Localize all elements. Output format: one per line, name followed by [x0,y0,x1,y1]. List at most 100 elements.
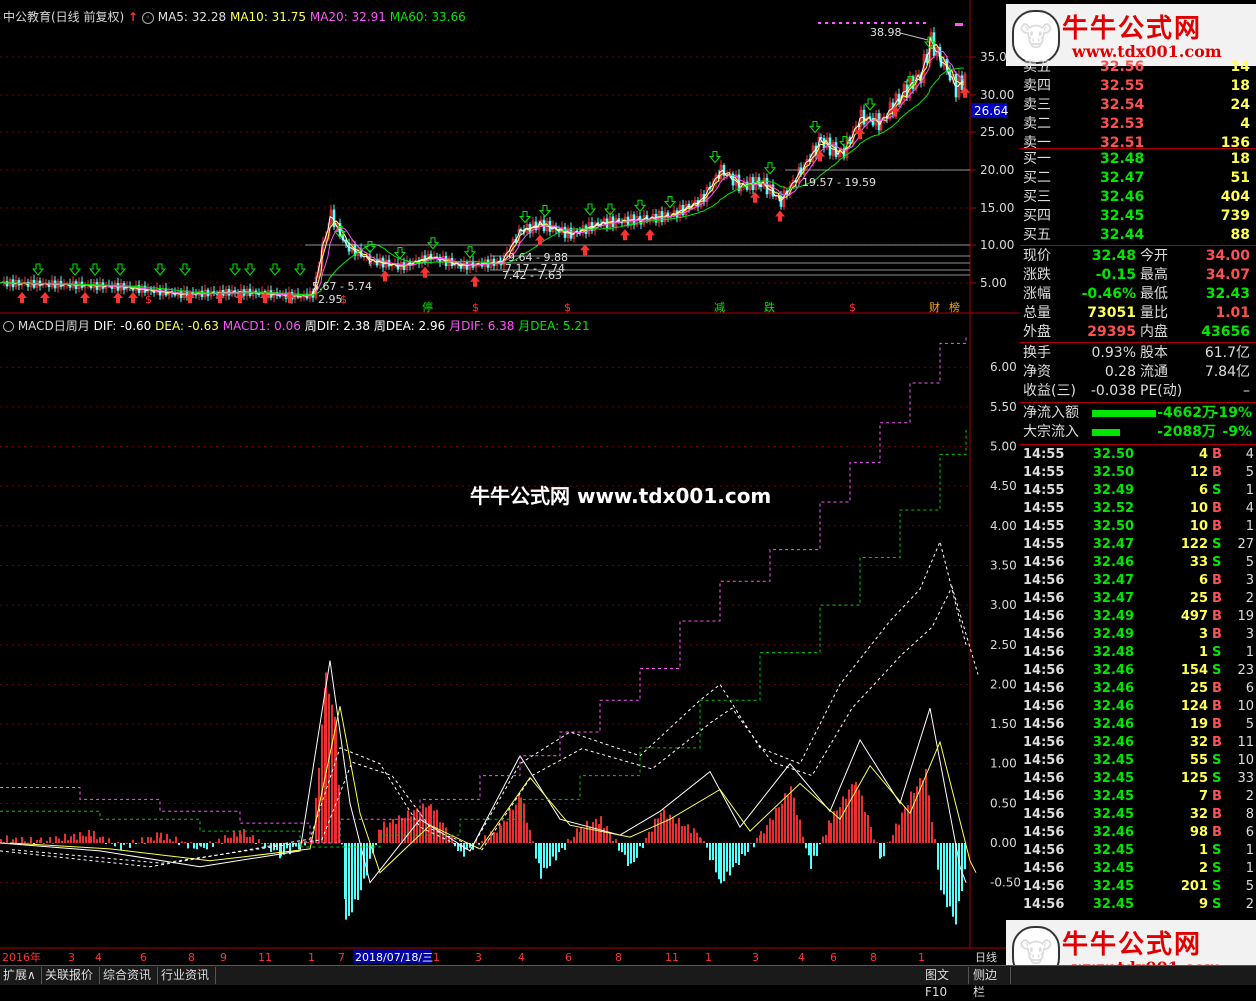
macd-histogram-bar [858,789,860,843]
ma20-label: MA20: 32.91 [309,10,386,24]
week-dea-label: 周DEA: 2.96 [373,319,446,333]
macd-histogram-bar [645,837,647,843]
macd-histogram-bar [876,842,878,843]
macd-histogram-bar [861,795,863,843]
macd-histogram-bar [503,820,505,843]
macd-histogram-bar [723,843,725,882]
macd-histogram-bar [203,843,205,848]
macd-histogram-bar [129,843,131,848]
watermark: 牛牛公式网 www.tdx001.com [470,484,772,508]
macd-histogram-bar [529,829,531,843]
macd-histogram-bar [864,812,866,843]
macd-histogram-bar [567,838,569,843]
top-marker [955,23,963,26]
trade-tick-row: 14:56 32.46 33 S 5 [1023,555,1254,570]
bottom-right-tab[interactable]: 侧边栏 [970,967,1011,999]
bottom-right-tab[interactable]: 图文F10 [922,967,969,999]
logo-title: 牛牛公式网 [1062,930,1203,960]
event-marker: $ [340,293,347,306]
gear-icon[interactable]: ◦ [141,11,154,24]
macd-histogram-bar [712,843,714,860]
trade-tick-row: 14:56 32.45 125 S 33 [1023,771,1254,786]
dif-label: DIF: -0.60 [93,319,152,333]
macd-histogram-bar [726,843,728,872]
event-marker: $ [472,301,479,314]
stock-title[interactable]: 中公教育(日线 前复权) [3,10,124,24]
ask-volume: 24 [1230,97,1250,113]
time-axis-label: 4 [95,951,102,964]
macd-histogram-bar [67,840,69,843]
macd-histogram-bar [642,843,644,849]
macd-axis-label: 2.00 [990,677,1017,691]
macd-histogram-bar [946,843,948,908]
ask-row: 卖二 32.53 4 [1020,115,1254,134]
sell-arrow-icon [243,263,257,276]
flow-row: 净流入额 -4662万 -19% [1023,405,1252,421]
month-dif-label: 月DIF: 6.38 [449,319,515,333]
range-annotation: 19.57 - 19.59 [802,176,876,189]
macd-histogram-bar [93,830,95,843]
bottom-tab[interactable]: 综合资讯 [100,967,158,984]
macd-histogram-bar [27,842,29,844]
sell-arrow-icon [31,263,45,276]
macd-histogram-bar [720,843,722,884]
sell-arrow-icon [293,263,307,276]
macd-histogram-bar [738,843,740,865]
macd-histogram-bar [580,827,582,843]
macd-histogram-bar [193,843,195,849]
macd-histogram-bar [526,822,528,843]
macd-histogram-bar [509,809,511,843]
ask-row: 卖四 32.55 18 [1020,77,1254,96]
macd-axis-label: 0.50 [990,796,1017,810]
low-annotation: 2.95 [318,293,343,306]
bid-row: 买三 32.46 404 [1020,188,1254,207]
ask-volume: 18 [1230,78,1250,94]
ask-label: 卖二 [1023,116,1051,132]
macd-histogram-bar [175,836,177,843]
macd-histogram-bar [825,834,827,843]
ask-price: 32.56 [1100,59,1145,75]
buy-arrow-icon [470,275,480,287]
trade-tick-row: 14:56 32.49 497 B 19 [1023,609,1254,624]
macd-histogram-bar [892,834,894,843]
bid-label: 买三 [1023,189,1051,205]
bottom-tab[interactable]: 行业资讯 [158,967,216,984]
macd-histogram-bar [357,843,359,900]
macd-title[interactable]: MACD日周月 [18,319,90,333]
ask-price: 32.53 [1100,116,1145,132]
macd-histogram-bar [880,843,882,858]
sell-arrow-icon [808,121,822,134]
macd-histogram-bar [111,843,113,844]
bottom-tab[interactable]: 扩展∧ [0,967,42,984]
sell-arrow-icon [228,263,242,276]
sell-arrow-icon [113,263,127,276]
time-axis-label: 11 [665,951,679,964]
trade-tick-row: 14:56 32.46 32 B 11 [1023,735,1254,750]
indicator-settings-icon[interactable] [3,321,14,332]
macd-histogram-bar [583,828,585,843]
bid-volume: 739 [1220,208,1250,224]
trade-tick-row: 14:55 32.47 122 S 27 [1023,537,1254,552]
macd-histogram-bar [715,843,717,873]
macd-histogram-bar [407,810,409,843]
macd-histogram-bar [839,807,841,843]
macd-histogram-bar [816,843,818,856]
time-axis-label: 7 [338,951,345,964]
bottom-tab[interactable]: 关联报价 [42,967,100,984]
trade-tick-row: 14:56 32.46 124 B 10 [1023,699,1254,714]
price-axis-label: 20.00 [980,163,1014,177]
macd-histogram-bar [648,831,650,843]
dea-label: DEA: -0.63 [155,319,219,333]
macd-histogram-bar [160,832,162,843]
buy-arrow-icon [380,270,390,282]
macd-histogram-bar [732,843,734,868]
trade-tick-row: 14:56 32.47 25 B 2 [1023,591,1254,606]
macd-histogram-bar [79,831,81,843]
bid-volume: 404 [1220,189,1250,205]
bid-volume: 88 [1230,227,1250,243]
macd-histogram-bar [163,840,165,843]
macd-histogram-bar [693,828,695,843]
macd-histogram-bar [515,804,517,843]
macd-histogram-bar [184,841,186,843]
divider [1020,342,1256,343]
